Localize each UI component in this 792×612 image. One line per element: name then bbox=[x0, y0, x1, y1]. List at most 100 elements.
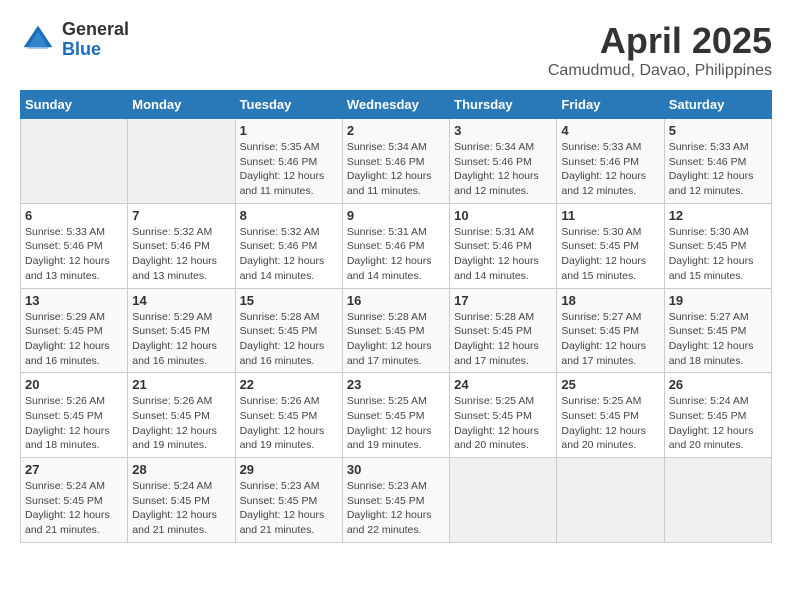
day-info: Sunrise: 5:24 AMSunset: 5:45 PMDaylight:… bbox=[669, 394, 767, 453]
day-number: 2 bbox=[347, 123, 445, 138]
calendar-cell: 5 Sunrise: 5:33 AMSunset: 5:46 PMDaylight… bbox=[664, 119, 771, 204]
day-number: 6 bbox=[25, 208, 123, 223]
calendar-cell: 27 Sunrise: 5:24 AMSunset: 5:45 PMDayligh… bbox=[21, 458, 128, 543]
day-info: Sunrise: 5:32 AMSunset: 5:46 PMDaylight:… bbox=[132, 225, 230, 284]
calendar-cell: 26 Sunrise: 5:24 AMSunset: 5:45 PMDayligh… bbox=[664, 373, 771, 458]
calendar-cell: 8Sunrise: 5:32 AMSunset: 5:46 PMDaylight… bbox=[235, 203, 342, 288]
calendar-cell: 11 Sunrise: 5:30 AMSunset: 5:45 PMDayligh… bbox=[557, 203, 664, 288]
day-number: 15 bbox=[240, 293, 338, 308]
day-info: Sunrise: 5:25 AMSunset: 5:45 PMDaylight:… bbox=[561, 394, 659, 453]
day-info: Sunrise: 5:24 AMSunset: 5:45 PMDaylight:… bbox=[25, 479, 123, 538]
calendar-cell: 3 Sunrise: 5:34 AMSunset: 5:46 PMDaylight… bbox=[450, 119, 557, 204]
title-area: April 2025 Camudmud, Davao, Philippines bbox=[548, 20, 772, 80]
calendar-cell: 29 Sunrise: 5:23 AMSunset: 5:45 PMDayligh… bbox=[235, 458, 342, 543]
calendar-cell: 20 Sunrise: 5:26 AMSunset: 5:45 PMDayligh… bbox=[21, 373, 128, 458]
day-info: Sunrise: 5:24 AMSunset: 5:45 PMDaylight:… bbox=[132, 479, 230, 538]
calendar-cell: 24 Sunrise: 5:25 AMSunset: 5:45 PMDayligh… bbox=[450, 373, 557, 458]
day-info: Sunrise: 5:31 AMSunset: 5:46 PMDaylight:… bbox=[454, 225, 552, 284]
location-title: Camudmud, Davao, Philippines bbox=[548, 62, 772, 80]
weekday-header-thursday: Thursday bbox=[450, 91, 557, 119]
day-info: Sunrise: 5:26 AMSunset: 5:45 PMDaylight:… bbox=[240, 394, 338, 453]
day-info: Sunrise: 5:23 AMSunset: 5:45 PMDaylight:… bbox=[240, 479, 338, 538]
day-info: Sunrise: 5:30 AMSunset: 5:45 PMDaylight:… bbox=[669, 225, 767, 284]
day-number: 23 bbox=[347, 377, 445, 392]
day-number: 7 bbox=[132, 208, 230, 223]
calendar-cell: 21Sunrise: 5:26 AMSunset: 5:45 PMDayligh… bbox=[128, 373, 235, 458]
day-number: 22 bbox=[240, 377, 338, 392]
day-number: 12 bbox=[669, 208, 767, 223]
day-info: Sunrise: 5:23 AMSunset: 5:45 PMDaylight:… bbox=[347, 479, 445, 538]
calendar-cell: 12 Sunrise: 5:30 AMSunset: 5:45 PMDayligh… bbox=[664, 203, 771, 288]
day-number: 16 bbox=[347, 293, 445, 308]
day-info: Sunrise: 5:35 AMSunset: 5:46 PMDaylight:… bbox=[240, 140, 338, 199]
day-info: Sunrise: 5:33 AMSunset: 5:46 PMDaylight:… bbox=[561, 140, 659, 199]
day-number: 14 bbox=[132, 293, 230, 308]
day-number: 24 bbox=[454, 377, 552, 392]
calendar-cell: 18 Sunrise: 5:27 AMSunset: 5:45 PMDayligh… bbox=[557, 288, 664, 373]
weekday-header-tuesday: Tuesday bbox=[235, 91, 342, 119]
calendar-cell: 23 Sunrise: 5:25 AMSunset: 5:45 PMDayligh… bbox=[342, 373, 449, 458]
calendar-cell: 15Sunrise: 5:28 AMSunset: 5:45 PMDayligh… bbox=[235, 288, 342, 373]
calendar-cell bbox=[128, 119, 235, 204]
day-info: Sunrise: 5:31 AMSunset: 5:46 PMDaylight:… bbox=[347, 225, 445, 284]
week-row-2: 6 Sunrise: 5:33 AMSunset: 5:46 PMDaylight… bbox=[21, 203, 772, 288]
logo-icon bbox=[20, 22, 56, 58]
calendar: SundayMondayTuesdayWednesdayThursdayFrid… bbox=[20, 90, 772, 543]
day-number: 25 bbox=[561, 377, 659, 392]
day-number: 27 bbox=[25, 462, 123, 477]
day-number: 11 bbox=[561, 208, 659, 223]
day-info: Sunrise: 5:25 AMSunset: 5:45 PMDaylight:… bbox=[454, 394, 552, 453]
calendar-cell: 1 Sunrise: 5:35 AMSunset: 5:46 PMDaylight… bbox=[235, 119, 342, 204]
day-number: 17 bbox=[454, 293, 552, 308]
logo-general-text: General bbox=[62, 20, 129, 40]
day-number: 5 bbox=[669, 123, 767, 138]
weekday-header-friday: Friday bbox=[557, 91, 664, 119]
day-info: Sunrise: 5:33 AMSunset: 5:46 PMDaylight:… bbox=[669, 140, 767, 199]
calendar-cell: 28 Sunrise: 5:24 AMSunset: 5:45 PMDayligh… bbox=[128, 458, 235, 543]
day-info: Sunrise: 5:34 AMSunset: 5:46 PMDaylight:… bbox=[454, 140, 552, 199]
calendar-cell: 22 Sunrise: 5:26 AMSunset: 5:45 PMDayligh… bbox=[235, 373, 342, 458]
day-info: Sunrise: 5:26 AMSunset: 5:45 PMDaylight:… bbox=[25, 394, 123, 453]
calendar-cell: 9Sunrise: 5:31 AMSunset: 5:46 PMDaylight… bbox=[342, 203, 449, 288]
day-number: 26 bbox=[669, 377, 767, 392]
day-info: Sunrise: 5:25 AMSunset: 5:45 PMDaylight:… bbox=[347, 394, 445, 453]
calendar-cell bbox=[450, 458, 557, 543]
header: General Blue April 2025 Camudmud, Davao,… bbox=[20, 20, 772, 80]
calendar-cell: 2 Sunrise: 5:34 AMSunset: 5:46 PMDaylight… bbox=[342, 119, 449, 204]
day-number: 3 bbox=[454, 123, 552, 138]
day-number: 18 bbox=[561, 293, 659, 308]
day-info: Sunrise: 5:26 AMSunset: 5:45 PMDaylight:… bbox=[132, 394, 230, 453]
calendar-cell: 10Sunrise: 5:31 AMSunset: 5:46 PMDayligh… bbox=[450, 203, 557, 288]
day-info: Sunrise: 5:30 AMSunset: 5:45 PMDaylight:… bbox=[561, 225, 659, 284]
week-row-3: 13 Sunrise: 5:29 AMSunset: 5:45 PMDayligh… bbox=[21, 288, 772, 373]
day-number: 8 bbox=[240, 208, 338, 223]
day-info: Sunrise: 5:33 AMSunset: 5:46 PMDaylight:… bbox=[25, 225, 123, 284]
day-number: 20 bbox=[25, 377, 123, 392]
day-info: Sunrise: 5:28 AMSunset: 5:45 PMDaylight:… bbox=[347, 310, 445, 369]
day-info: Sunrise: 5:29 AMSunset: 5:45 PMDaylight:… bbox=[25, 310, 123, 369]
day-number: 29 bbox=[240, 462, 338, 477]
week-row-5: 27 Sunrise: 5:24 AMSunset: 5:45 PMDayligh… bbox=[21, 458, 772, 543]
day-info: Sunrise: 5:34 AMSunset: 5:46 PMDaylight:… bbox=[347, 140, 445, 199]
day-number: 1 bbox=[240, 123, 338, 138]
week-row-1: 1 Sunrise: 5:35 AMSunset: 5:46 PMDaylight… bbox=[21, 119, 772, 204]
weekday-header-saturday: Saturday bbox=[664, 91, 771, 119]
day-number: 19 bbox=[669, 293, 767, 308]
calendar-cell: 17Sunrise: 5:28 AMSunset: 5:45 PMDayligh… bbox=[450, 288, 557, 373]
calendar-cell: 14 Sunrise: 5:29 AMSunset: 5:45 PMDayligh… bbox=[128, 288, 235, 373]
weekday-header-row: SundayMondayTuesdayWednesdayThursdayFrid… bbox=[21, 91, 772, 119]
day-number: 28 bbox=[132, 462, 230, 477]
logo-blue-text: Blue bbox=[62, 40, 129, 60]
day-number: 13 bbox=[25, 293, 123, 308]
calendar-cell bbox=[557, 458, 664, 543]
calendar-cell: 7 Sunrise: 5:32 AMSunset: 5:46 PMDaylight… bbox=[128, 203, 235, 288]
day-info: Sunrise: 5:29 AMSunset: 5:45 PMDaylight:… bbox=[132, 310, 230, 369]
day-number: 30 bbox=[347, 462, 445, 477]
logo: General Blue bbox=[20, 20, 129, 60]
calendar-cell: 13 Sunrise: 5:29 AMSunset: 5:45 PMDayligh… bbox=[21, 288, 128, 373]
day-info: Sunrise: 5:27 AMSunset: 5:45 PMDaylight:… bbox=[561, 310, 659, 369]
calendar-cell: 25 Sunrise: 5:25 AMSunset: 5:45 PMDayligh… bbox=[557, 373, 664, 458]
calendar-cell bbox=[21, 119, 128, 204]
calendar-cell: 4Sunrise: 5:33 AMSunset: 5:46 PMDaylight… bbox=[557, 119, 664, 204]
calendar-cell: 19Sunrise: 5:27 AMSunset: 5:45 PMDayligh… bbox=[664, 288, 771, 373]
